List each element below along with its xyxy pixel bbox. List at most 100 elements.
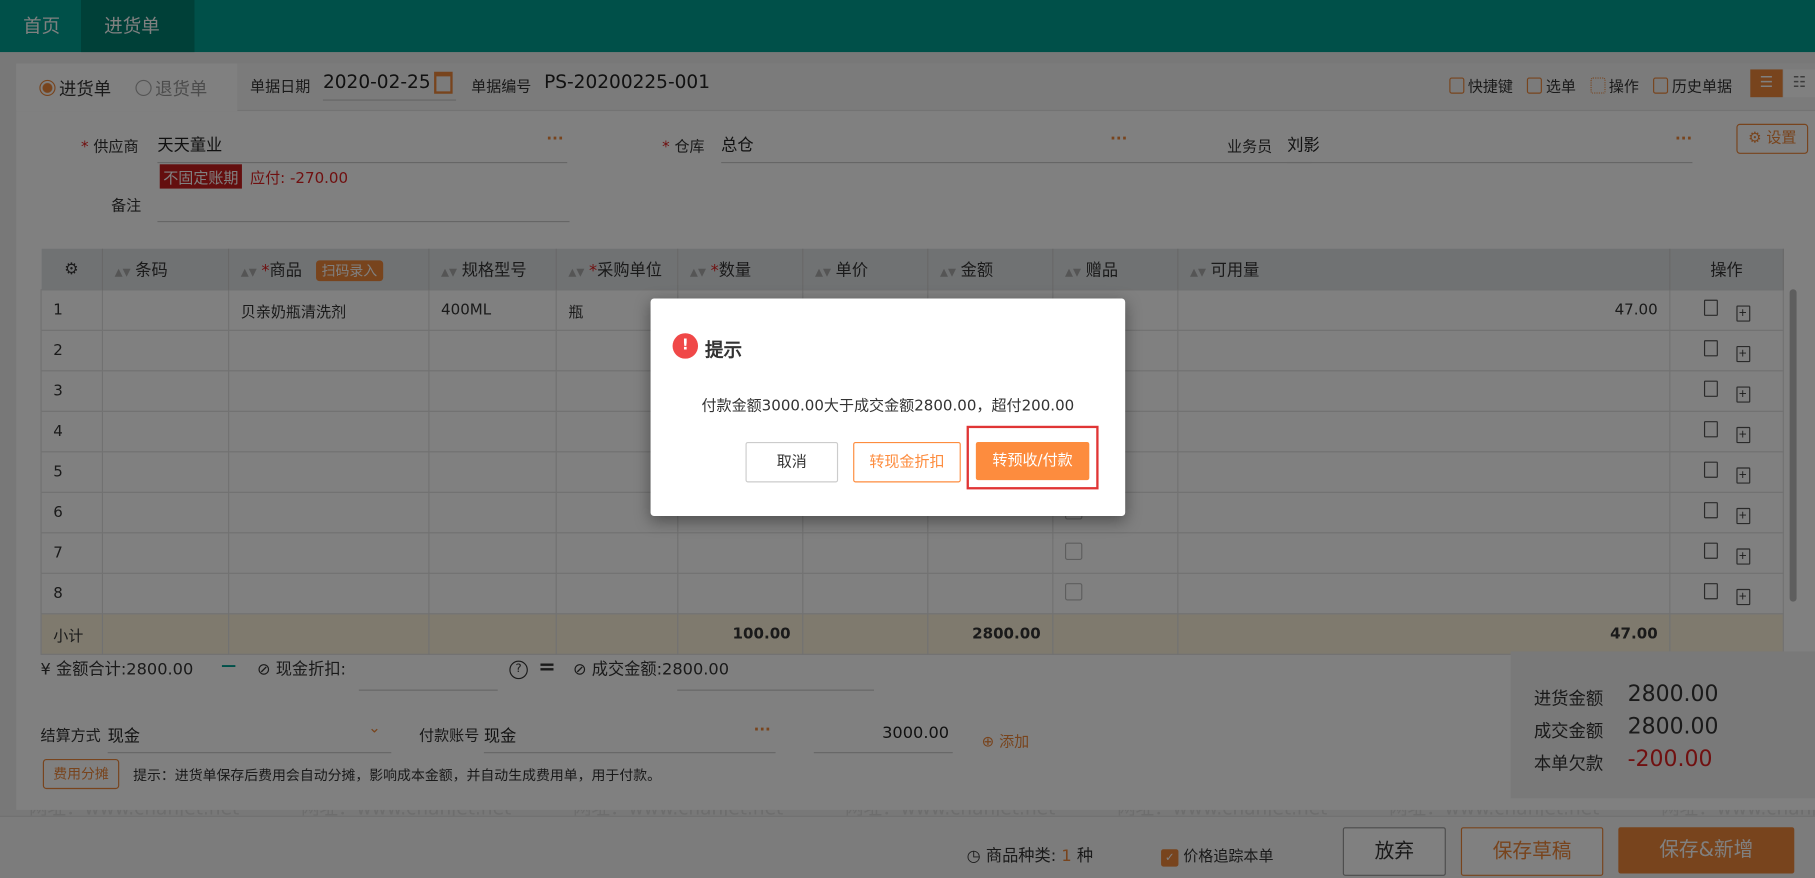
cell-barcode[interactable]: [101, 491, 230, 534]
cell-spec[interactable]: [428, 370, 557, 412]
cell-product[interactable]: [228, 329, 430, 372]
cell-spec[interactable]: [428, 532, 557, 574]
cash-discount-input[interactable]: [358, 689, 498, 691]
copy-row-icon[interactable]: +: [1735, 345, 1750, 362]
trash-icon[interactable]: [1703, 501, 1718, 518]
account-input[interactable]: 现金: [484, 724, 516, 747]
cell-spec[interactable]: [428, 572, 557, 615]
scan-entry-button[interactable]: 扫码录入: [315, 259, 384, 281]
save-and-new-button[interactable]: 保存&新增: [1618, 827, 1795, 874]
radio-purchase[interactable]: 进货单: [39, 76, 111, 100]
copy-row-icon[interactable]: +: [1735, 507, 1750, 524]
col-product[interactable]: ▲▼ *商品 扫码录入: [228, 248, 430, 290]
trash-icon[interactable]: [1703, 299, 1718, 316]
trash-icon[interactable]: [1703, 339, 1718, 356]
col-available[interactable]: ▲▼ 可用量: [1177, 248, 1671, 290]
pay-amount-input[interactable]: 3000.00: [882, 724, 949, 743]
chevron-down-icon[interactable]: ⌄: [368, 720, 381, 737]
cell-avail[interactable]: [1177, 572, 1671, 615]
cell-spec[interactable]: [428, 329, 557, 372]
warehouse-input[interactable]: 总仓: [721, 133, 753, 156]
cell-spec[interactable]: [428, 491, 557, 534]
save-draft-button[interactable]: 保存草稿: [1460, 827, 1604, 876]
cancel-button[interactable]: 取消: [745, 441, 839, 483]
trash-icon[interactable]: [1703, 582, 1718, 599]
col-price[interactable]: ▲▼ 单价: [802, 248, 929, 290]
column-settings-icon[interactable]: ⚙: [41, 248, 104, 290]
date-input[interactable]: 2020-02-25: [323, 71, 431, 93]
cell-qty[interactable]: [677, 532, 804, 574]
supplier-input[interactable]: 天天童业: [157, 133, 222, 156]
cell-product[interactable]: [228, 451, 430, 493]
cell-avail[interactable]: 47.00: [1177, 289, 1671, 331]
cell-barcode[interactable]: [101, 329, 230, 372]
col-unit[interactable]: ▲▼ *采购单位: [556, 248, 679, 290]
operation-button[interactable]: 操作: [1590, 77, 1639, 96]
col-barcode[interactable]: ▲▼ 条码: [102, 248, 230, 290]
col-qty[interactable]: ▲▼ *数量: [677, 248, 804, 290]
cell-spec[interactable]: [428, 410, 557, 453]
cell-amount[interactable]: [927, 532, 1054, 574]
gift-checkbox[interactable]: [1064, 542, 1083, 560]
copy-row-icon[interactable]: +: [1735, 466, 1750, 484]
cell-product[interactable]: [228, 370, 430, 412]
cell-product[interactable]: 贝亲奶瓶清洗剂: [228, 289, 430, 331]
cell-product[interactable]: [228, 532, 430, 574]
trash-icon[interactable]: [1703, 461, 1718, 478]
select-order-button[interactable]: 选单: [1527, 77, 1576, 96]
trash-icon[interactable]: [1703, 380, 1718, 397]
copy-row-icon[interactable]: +: [1735, 588, 1750, 605]
tab-purchase-order[interactable]: 进货单 ×: [81, 0, 195, 89]
list-view-toggle[interactable]: ☰: [1750, 69, 1783, 98]
trash-icon[interactable]: [1703, 542, 1718, 559]
cell-avail[interactable]: [1177, 410, 1671, 453]
table-scrollbar[interactable]: [1789, 289, 1797, 602]
copy-row-icon[interactable]: +: [1735, 426, 1750, 443]
calendar-icon[interactable]: [434, 71, 453, 94]
radio-return[interactable]: 退货单: [135, 76, 207, 100]
price-track-checkbox[interactable]: ✓ 价格追踪本单: [1161, 843, 1274, 867]
cell-qty[interactable]: [677, 572, 804, 615]
settlement-select[interactable]: 现金: [108, 724, 140, 747]
help-icon[interactable]: ?: [509, 660, 528, 680]
staff-input[interactable]: 刘影: [1287, 133, 1319, 156]
cell-product[interactable]: [228, 410, 430, 453]
to-cash-discount-button[interactable]: 转现金折扣: [853, 441, 961, 483]
copy-row-icon[interactable]: +: [1735, 304, 1750, 322]
cell-amount[interactable]: [927, 572, 1054, 615]
cell-barcode[interactable]: [101, 410, 230, 453]
cell-barcode[interactable]: [101, 572, 230, 615]
warehouse-more-button[interactable]: ···: [1110, 131, 1127, 148]
shortcut-button[interactable]: 快捷键: [1449, 77, 1513, 96]
col-spec[interactable]: ▲▼ 规格型号: [428, 248, 557, 290]
cell-avail[interactable]: [1177, 532, 1671, 574]
staff-more-button[interactable]: ···: [1675, 131, 1692, 148]
cell-spec[interactable]: 400ML: [428, 289, 557, 331]
card-view-toggle[interactable]: ☷: [1783, 69, 1815, 98]
cell-barcode[interactable]: [101, 532, 230, 574]
copy-row-icon[interactable]: +: [1735, 547, 1750, 565]
cell-barcode[interactable]: [101, 451, 230, 493]
fee-allocation-button[interactable]: 费用分摊: [42, 758, 120, 790]
cell-unit[interactable]: [555, 532, 679, 574]
cell-barcode[interactable]: [101, 289, 230, 331]
cell-avail[interactable]: [1177, 491, 1671, 534]
remark-input[interactable]: [157, 220, 570, 223]
cell-avail[interactable]: [1177, 451, 1671, 493]
account-more-button[interactable]: ···: [754, 722, 771, 739]
cell-gift[interactable]: [1052, 532, 1179, 574]
cell-price[interactable]: [802, 572, 929, 615]
trash-icon[interactable]: [1703, 420, 1718, 437]
cell-spec[interactable]: [428, 451, 557, 493]
copy-row-icon[interactable]: +: [1735, 385, 1750, 403]
cell-avail[interactable]: [1177, 329, 1671, 372]
settings-button[interactable]: ⚙ 设置: [1736, 123, 1809, 154]
discard-button[interactable]: 放弃: [1342, 827, 1446, 876]
cell-gift[interactable]: [1052, 572, 1179, 615]
tab-home[interactable]: 首页: [0, 0, 83, 52]
cell-barcode[interactable]: [101, 370, 230, 412]
supplier-more-button[interactable]: ···: [546, 131, 563, 148]
col-amount[interactable]: ▲▼ 金额: [927, 248, 1054, 290]
add-payment-button[interactable]: ⊕ 添加: [982, 729, 1030, 751]
col-gift[interactable]: ▲▼ 赠品: [1052, 248, 1179, 290]
